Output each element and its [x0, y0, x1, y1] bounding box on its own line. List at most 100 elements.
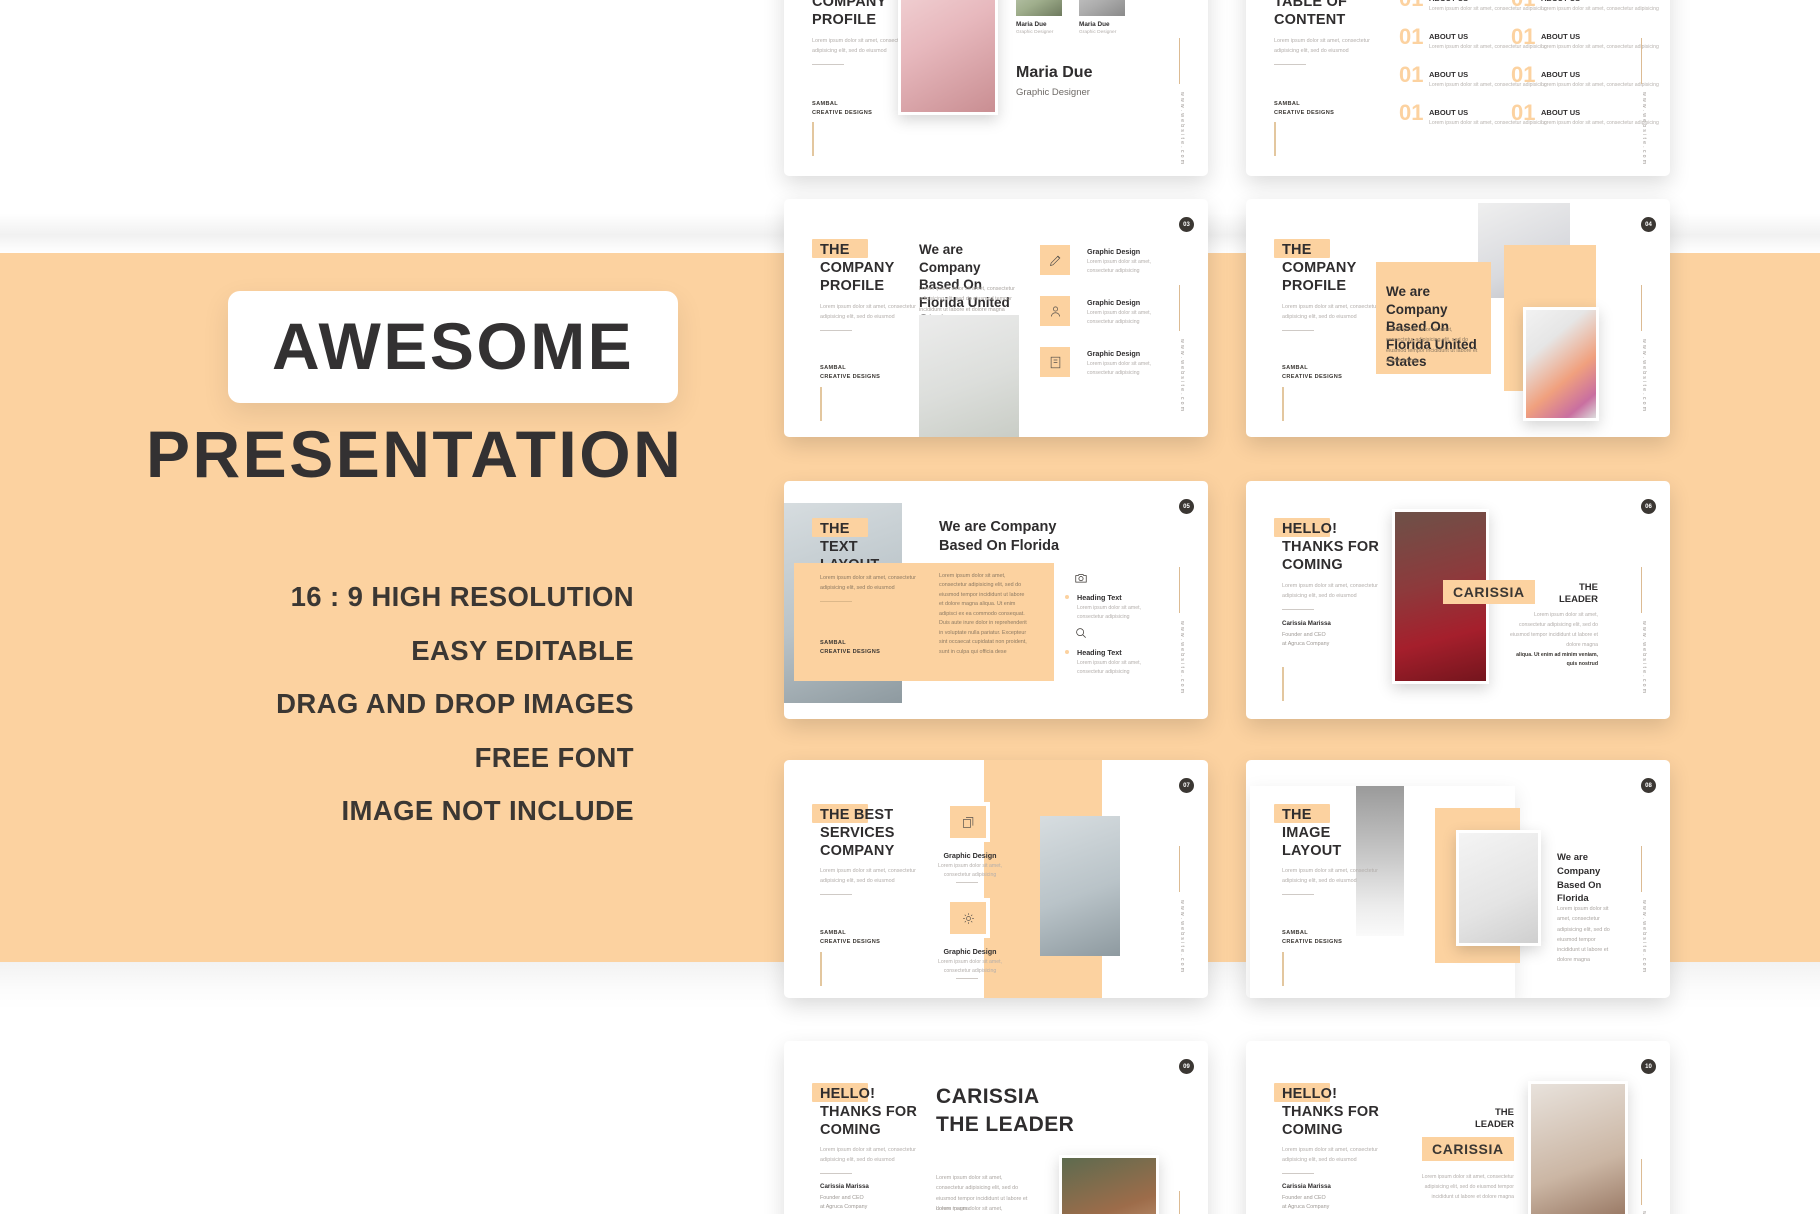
- accent-bar: [1282, 387, 1284, 421]
- slide-number-badge: 09: [1179, 1059, 1194, 1074]
- person-highlight-name: CARISSIA: [1422, 1137, 1514, 1161]
- toc-label: ABOUT US: [1429, 0, 1468, 3]
- slide-body-text: Lorem ipsum dolor sit amet, consectetur …: [1282, 583, 1378, 599]
- toc-label: ABOUT US: [1541, 70, 1581, 79]
- item-sub: Lorem ipsum dolor sit amet, consectetur …: [1077, 605, 1142, 621]
- slide-thumbnail-table-of-content[interactable]: TABLE OF CONTENT Lorem ipsum dolor sit a…: [1246, 0, 1670, 176]
- slide-title-line1: COMPANY: [1282, 260, 1357, 276]
- feature-list: 16 : 9 HIGH RESOLUTION EASY EDITABLE DRA…: [276, 583, 634, 825]
- slide-body-text: Lorem ipsum dolor sit amet, consectetur …: [820, 575, 916, 591]
- photo-card-2: [1079, 0, 1125, 16]
- toc-number: 01: [1511, 0, 1535, 10]
- vertical-accent-line: [1641, 1159, 1642, 1205]
- vertical-accent-line: [1179, 567, 1180, 613]
- website-vertical-text: www.website.com: [1179, 621, 1185, 696]
- photo-cup: [1456, 830, 1541, 946]
- slide-number-badge: 04: [1641, 217, 1656, 232]
- featured-person-role: Graphic Designer: [1016, 87, 1090, 98]
- slide-body-text: Lorem ipsum dolor sit amet, consectetur …: [1282, 1147, 1378, 1163]
- vertical-accent-line: [1179, 846, 1180, 892]
- slide-tag-label: THE: [820, 521, 850, 537]
- accent-bar: [1282, 667, 1284, 701]
- slide-title-line1: COMPANY: [812, 0, 887, 10]
- photo-living-room: [1040, 816, 1120, 956]
- big-name-line1: CARISSIA: [936, 1085, 1040, 1108]
- search-icon: [1074, 626, 1088, 640]
- website-vertical-text: www.website.com: [1641, 621, 1647, 696]
- slide-number-badge: 10: [1641, 1059, 1656, 1074]
- toc-number: 01: [1399, 62, 1424, 87]
- accent-bar: [1282, 952, 1284, 986]
- brand-line2: CREATIVE DESIGNS: [820, 938, 881, 945]
- slide-thumbnail-text-layout[interactable]: 05 THE TEXT LAYOUT Lorem ipsum dolor sit…: [784, 481, 1208, 719]
- brand-line2: CREATIVE DESIGNS: [1282, 373, 1343, 380]
- slide-title-line1: THANKS FOR: [820, 1104, 918, 1120]
- brand-line2: CREATIVE DESIGNS: [1282, 938, 1343, 945]
- person-name: Carissia Marissa: [1282, 1183, 1331, 1190]
- divider: [956, 882, 978, 883]
- slide-tag-label: THE: [820, 242, 850, 258]
- feature-sub: Lorem ipsum dolor sit amet, consectetur …: [1087, 310, 1152, 326]
- brand-line1: SAMBAL: [820, 365, 847, 371]
- slide-body-text: Lorem ipsum dolor sit amet, consectetur …: [820, 1147, 916, 1163]
- slide-title-line1: COMPANY: [820, 260, 895, 276]
- photo-card-1: [1016, 0, 1062, 16]
- slide-thumbnail-company-profile-images[interactable]: 04 THE COMPANY PROFILE Lorem ipsum dolor…: [1246, 199, 1670, 437]
- right-body-text: Lorem ipsum dolor sit amet, consectetur …: [1557, 906, 1610, 964]
- feature-sub: Lorem ipsum dolor sit amet, consectetur …: [937, 863, 1002, 879]
- bullet-dot: [1065, 650, 1069, 654]
- slide-thumbnail-thanks-carissia-portrait[interactable]: 10 HELLO! THANKS FOR COMING Lorem ipsum …: [1246, 1041, 1670, 1214]
- slide-title-line1: IMAGE: [1282, 825, 1331, 841]
- vertical-accent-line: [1641, 285, 1642, 331]
- slide-thumbnail-thanks-carissia-side[interactable]: 06 HELLO! THANKS FOR COMING Lorem ipsum …: [1246, 481, 1670, 719]
- feature-title: Graphic Design: [943, 947, 997, 956]
- slide-tag-label: THE: [1282, 807, 1312, 823]
- accent-bar: [1274, 122, 1276, 156]
- slide-thumbnail-image-layout[interactable]: 08 THE IMAGE LAYOUT Lorem ipsum dolor si…: [1246, 760, 1670, 998]
- user-icon: [1040, 296, 1070, 326]
- divider: [1282, 894, 1314, 895]
- accent-bar: [812, 122, 814, 156]
- slide-thumbnail-company-profile-icons[interactable]: 03 THE COMPANY PROFILE Lorem ipsum dolor…: [784, 199, 1208, 437]
- bullet-dot: [1065, 595, 1069, 599]
- card-person-role: Graphic Designer: [1016, 30, 1054, 35]
- person-role-line1: Founder and CEO: [820, 1195, 864, 1201]
- slide-subtext: Lorem ipsum dolor sit amet, consectetur …: [919, 286, 1015, 313]
- toc-number: 01: [1399, 24, 1424, 49]
- camera-icon: [1074, 571, 1088, 585]
- divider: [1282, 1173, 1314, 1174]
- slide-title-line2: PROFILE: [812, 12, 877, 28]
- feature-item: 16 : 9 HIGH RESOLUTION: [290, 581, 634, 612]
- brand-line1: SAMBAL: [1282, 930, 1309, 936]
- card-person-name: Maria Due: [1016, 21, 1047, 28]
- hero-title-line2: PRESENTATION: [146, 417, 684, 491]
- right-bold-text: aliqua. Ut enim ad minim veniam, quis no…: [1516, 652, 1598, 668]
- slide-number-badge: 08: [1641, 778, 1656, 793]
- big-name-line2: THE LEADER: [936, 1113, 1075, 1137]
- slide-subtext-2: Lorem ipsum dolor sit amet, consectetur …: [936, 1206, 1003, 1212]
- slide-tag-label: THE: [1282, 242, 1312, 258]
- feature-sub: Lorem ipsum dolor sit amet, consectetur …: [1087, 361, 1152, 377]
- right-heading-line2: LEADER: [1558, 594, 1598, 606]
- toc-number: 01: [1511, 62, 1536, 87]
- slide-title-line1: THANKS FOR: [1282, 1104, 1380, 1120]
- feature-title: Graphic Design: [1087, 349, 1141, 358]
- slide-title-line2: COMPANY: [820, 843, 895, 859]
- featured-person-name: Maria Due: [1016, 64, 1093, 81]
- slide-thumbnail-thanks-carissia-big[interactable]: 09 HELLO! THANKS FOR COMING Lorem ipsum …: [784, 1041, 1208, 1214]
- feature-sub: Lorem ipsum dolor sit amet, consectetur …: [937, 959, 1002, 975]
- hero-title-line1: AWESOME: [272, 309, 635, 383]
- brand-line1: SAMBAL: [1274, 101, 1301, 107]
- slide-thumbnail-company-profile-cover[interactable]: COMPANY PROFILE Lorem ipsum dolor sit am…: [784, 0, 1208, 176]
- slide-number-badge: 05: [1179, 499, 1194, 514]
- slide-thumbnail-best-services[interactable]: 07 THE BEST SERVICES COMPANY Lorem ipsum…: [784, 760, 1208, 998]
- slide-title-line2: PROFILE: [1282, 278, 1347, 294]
- slide-number-badge: 06: [1641, 499, 1656, 514]
- right-body-text: Lorem ipsum dolor sit amet, consectetur …: [1510, 612, 1598, 648]
- person-role-line1: Founder and CEO: [1282, 1195, 1326, 1201]
- toc-label: ABOUT US: [1429, 70, 1469, 79]
- website-vertical-text: www.website.com: [1179, 339, 1185, 414]
- copy-icon: [946, 802, 990, 842]
- gear-icon: [946, 898, 990, 938]
- toc-number: 01: [1511, 100, 1536, 125]
